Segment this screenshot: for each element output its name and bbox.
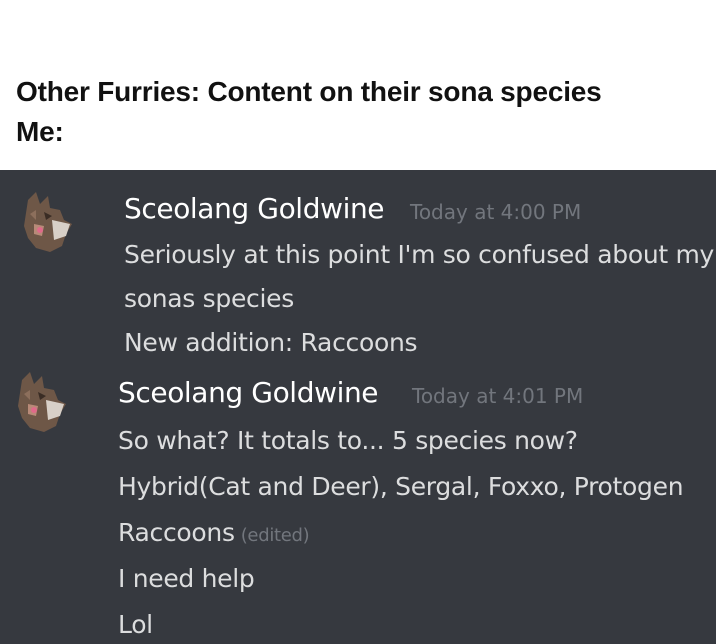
edited-label: (edited): [240, 525, 310, 546]
meme-caption-line-2: Me:: [16, 116, 64, 147]
meme-caption-area: Other Furries: Content on their sona spe…: [0, 0, 716, 170]
furry-avatar-icon[interactable]: [14, 190, 80, 256]
furry-avatar-icon[interactable]: [8, 370, 74, 436]
message-line-text: Raccoons: [118, 518, 235, 547]
message-line: I need help: [118, 564, 255, 593]
message-line: sonas species: [124, 284, 294, 313]
message-line: Hybrid(Cat and Deer), Sergal, Foxxo, Pro…: [118, 472, 684, 501]
message-line-edited: Raccoons (edited): [118, 518, 310, 547]
message-timestamp: Today at 4:00 PM: [410, 200, 582, 224]
chat-message-area: Sceolang Goldwine Today at 4:00 PM Serio…: [0, 170, 716, 644]
message-author[interactable]: Sceolang Goldwine: [124, 192, 385, 225]
message-line: So what? It totals to... 5 species now?: [118, 426, 578, 455]
meme-caption-line-1: Other Furries: Content on their sona spe…: [16, 76, 602, 107]
message-line: New addition: Raccoons: [124, 328, 418, 357]
message-timestamp: Today at 4:01 PM: [412, 384, 584, 408]
message-line: Lol: [118, 610, 153, 639]
message-author[interactable]: Sceolang Goldwine: [118, 376, 379, 409]
message-line: Seriously at this point I'm so confused …: [124, 240, 715, 269]
